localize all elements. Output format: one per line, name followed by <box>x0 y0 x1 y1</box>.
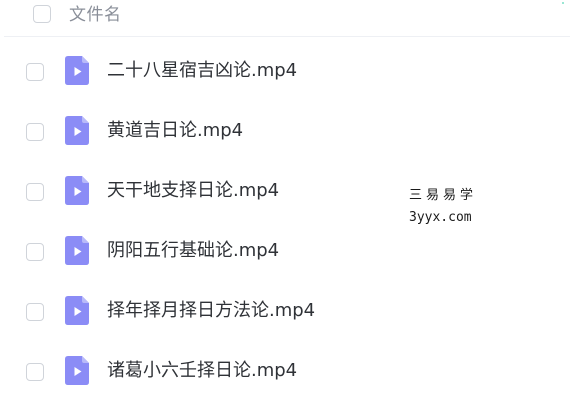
file-name[interactable]: 诸葛小六壬择日论.mp4 <box>107 359 297 383</box>
file-name[interactable]: 天干地支择日论.mp4 <box>107 179 279 203</box>
video-file-icon <box>65 236 89 265</box>
row-checkbox[interactable] <box>26 123 44 141</box>
row-checkbox[interactable] <box>26 363 44 381</box>
row-checkbox[interactable] <box>26 183 44 201</box>
file-row[interactable]: 天干地支择日论.mp4 <box>0 173 570 233</box>
watermark-title: 三易易学 <box>409 188 478 203</box>
column-header-filename: 文件名 <box>69 5 122 25</box>
file-name[interactable]: 黄道吉日论.mp4 <box>107 119 243 143</box>
row-checkbox[interactable] <box>26 243 44 261</box>
file-list-panel: 文件名 二十八星宿吉凶论.mp4 黄道吉日论.mp4 天干地支择日论.mp4 阴… <box>0 0 570 417</box>
video-file-icon <box>65 356 89 385</box>
file-name[interactable]: 阴阳五行基础论.mp4 <box>107 239 279 263</box>
video-file-icon <box>65 56 89 85</box>
video-file-icon <box>65 296 89 325</box>
file-row[interactable]: 择年择月择日方法论.mp4 <box>0 293 570 353</box>
corner-accent <box>562 2 564 4</box>
watermark-url: 3yyx.com <box>409 210 472 225</box>
header-divider <box>4 36 570 37</box>
row-checkbox[interactable] <box>26 303 44 321</box>
watermark: 三易易学 3yyx.com <box>409 187 477 227</box>
file-row[interactable]: 阴阳五行基础论.mp4 <box>0 233 570 293</box>
file-name[interactable]: 择年择月择日方法论.mp4 <box>107 299 315 323</box>
video-file-icon <box>65 176 89 205</box>
select-all-checkbox[interactable] <box>33 5 51 23</box>
file-row[interactable]: 黄道吉日论.mp4 <box>0 113 570 173</box>
file-name[interactable]: 二十八星宿吉凶论.mp4 <box>107 59 297 83</box>
file-row[interactable]: 诸葛小六壬择日论.mp4 <box>0 353 570 413</box>
row-checkbox[interactable] <box>26 63 44 81</box>
file-row[interactable]: 二十八星宿吉凶论.mp4 <box>0 53 570 113</box>
video-file-icon <box>65 116 89 145</box>
file-list-header: 文件名 <box>0 0 570 34</box>
